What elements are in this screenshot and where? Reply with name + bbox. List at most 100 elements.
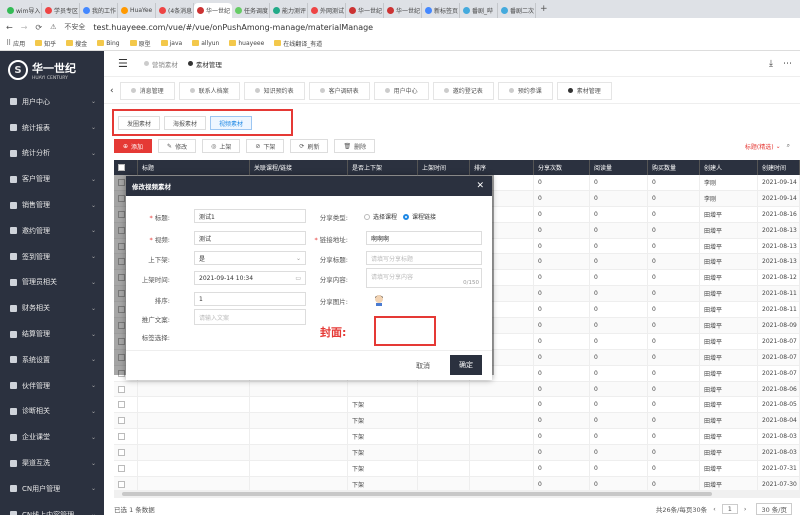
row-checkbox[interactable] <box>118 385 125 393</box>
row-checkbox[interactable] <box>118 464 125 472</box>
sidebar-item[interactable]: 统计报表 ⌄ <box>0 115 104 141</box>
share-title-input[interactable]: 请填写分享标题 <box>366 251 482 265</box>
bookmark-item[interactable]: allyun <box>192 40 219 47</box>
sidebar-item[interactable]: 诊断相关 ⌄ <box>0 399 104 425</box>
sub-tab[interactable]: 发圈素材 <box>118 116 161 130</box>
column-header[interactable]: 标题 <box>138 160 250 175</box>
title-input[interactable]: 测试1 <box>194 209 306 223</box>
new-tab-icon[interactable]: + <box>540 0 548 18</box>
reload-icon[interactable]: ⟳ <box>35 23 42 32</box>
page-tab[interactable]: 联系人档案 <box>178 81 240 100</box>
cancel-button[interactable]: 取消 <box>416 361 430 371</box>
table-row[interactable]: 下架 0 0 0 田增平 2021-08-05 <box>114 397 800 414</box>
table-row[interactable]: 0 0 0 田增平 2021-08-06 <box>114 381 800 398</box>
row-checkbox[interactable] <box>118 433 125 441</box>
page-tab[interactable]: 消息管理 <box>119 81 175 100</box>
page-tab[interactable]: 素材管理 <box>556 81 612 100</box>
menu-toggle-icon[interactable]: ☰ <box>118 57 128 70</box>
breadcrumb-item-1[interactable]: 营销素材 <box>152 59 178 69</box>
sidebar-item[interactable]: 用户中心 ⌄ <box>0 89 104 115</box>
back-icon[interactable]: ← <box>6 23 13 32</box>
page-tab[interactable]: 用户中心 <box>373 81 429 100</box>
sidebar-item[interactable]: CN线上内容管理 ⌄ <box>0 502 104 515</box>
sidebar-item[interactable]: 伙伴管理 ⌄ <box>0 373 104 399</box>
column-header[interactable]: 阅读量 <box>590 160 648 175</box>
link-input[interactable]: 啊啊啊 <box>366 231 482 245</box>
page-number[interactable]: 1 <box>721 503 738 514</box>
row-checkbox[interactable] <box>118 417 125 425</box>
share-image-thumbnail[interactable] <box>372 293 386 307</box>
bookmark-item[interactable]: Bing <box>97 40 120 47</box>
address-bar[interactable]: ← → ⟳ ⚠ 不安全 test.huayeee.com/vue/#/vue/o… <box>0 18 800 36</box>
row-checkbox[interactable] <box>118 480 125 488</box>
add-button[interactable]: ⊕ 添加 <box>114 139 153 153</box>
browser-tab[interactable]: 华一世纪 <box>384 3 422 18</box>
browser-tab[interactable]: 能力测评 <box>270 3 308 18</box>
sub-tab[interactable]: 视频素材 <box>210 116 253 130</box>
browser-tab[interactable]: wim导入 <box>4 3 42 18</box>
cover-upload-box[interactable] <box>374 316 436 346</box>
sidebar-item[interactable]: CN用户管理 ⌄ <box>0 476 104 502</box>
edit-button[interactable]: ✎ 修改 <box>158 139 197 153</box>
confirm-button[interactable]: 确定 <box>450 355 482 375</box>
table-row[interactable]: 下架 0 0 0 田增平 2021-08-04 <box>114 413 800 430</box>
table-row[interactable]: 下架 0 0 0 田增平 2021-08-03 <box>114 429 800 446</box>
sidebar-item[interactable]: 渠道互洗 ⌄ <box>0 450 104 476</box>
column-header[interactable]: 关联课程/链接 <box>250 160 348 175</box>
column-header[interactable]: 排序 <box>470 160 534 175</box>
radio-course[interactable] <box>364 213 370 220</box>
browser-tab[interactable]: 番剧_哔 <box>460 3 498 18</box>
browser-tab[interactable]: 华一世纪 <box>194 3 232 18</box>
browser-tab[interactable]: 外网测试 <box>308 3 346 18</box>
sidebar-item[interactable]: 企业课堂 ⌄ <box>0 424 104 450</box>
sidebar-item[interactable]: 客户管理 ⌄ <box>0 166 104 192</box>
table-row[interactable]: 下架 0 0 0 田增平 2021-07-31 <box>114 461 800 477</box>
sidebar-item[interactable]: 邀约管理 ⌄ <box>0 218 104 244</box>
page-next-icon[interactable]: › <box>744 505 747 513</box>
shelf-select[interactable]: 是 ⌄ <box>194 251 306 265</box>
down-button[interactable]: ⊘ 下架 <box>246 139 285 153</box>
browser-tab[interactable]: 任务调度 <box>232 3 270 18</box>
browser-tab[interactable]: (4条消息 <box>156 3 194 18</box>
browser-tab[interactable]: 学员专区 <box>42 3 80 18</box>
share-content-textarea[interactable]: 请填写分享内容 0/150 <box>366 268 482 288</box>
column-header[interactable]: 创建时间 <box>758 160 800 175</box>
sub-tab[interactable]: 海报素材 <box>164 116 207 130</box>
page-tab[interactable]: 客户调研表 <box>308 81 370 100</box>
search-icon[interactable]: ⌕ <box>787 142 790 150</box>
sidebar-item[interactable]: 销售管理 ⌄ <box>0 192 104 218</box>
table-row[interactable]: 下架 0 0 0 田增平 2021-08-03 <box>114 445 800 462</box>
horizontal-scrollbar[interactable] <box>114 490 800 498</box>
page-tab[interactable]: 预约参课 <box>497 81 553 100</box>
bookmark-item[interactable]: ⠿ 应用 <box>6 39 25 48</box>
browser-tab[interactable]: 华一世纪 <box>346 3 384 18</box>
refresh-button[interactable]: ⟳ 刷新 <box>290 139 329 153</box>
column-header[interactable]: 创建人 <box>700 160 758 175</box>
sidebar-item[interactable]: 系统设置 ⌄ <box>0 347 104 373</box>
scrollbar-thumb[interactable] <box>122 492 712 496</box>
url-text[interactable]: test.huayeee.com/vue/#/vue/onPushAmong-m… <box>93 23 373 32</box>
bookmark-item[interactable]: java <box>160 40 182 47</box>
page-prev-icon[interactable]: ‹ <box>713 505 716 513</box>
download-icon[interactable]: ⤓ <box>769 59 773 69</box>
bookmark-item[interactable]: 搜金 <box>66 39 87 48</box>
tabs-prev-icon[interactable]: ‹ <box>110 86 114 96</box>
bookmark-item[interactable]: 知乎 <box>35 39 56 48</box>
sort-input[interactable]: 1 <box>194 292 306 306</box>
up-button[interactable]: ◎ 上架 <box>202 139 241 153</box>
column-header[interactable]: 购买数量 <box>648 160 700 175</box>
promo-textarea[interactable]: 请输入文案 <box>194 309 306 325</box>
page-tab[interactable]: 邀约登记表 <box>432 81 494 100</box>
table-row[interactable]: 下架 0 0 0 田增平 2021-07-30 <box>114 476 800 490</box>
bookmark-item[interactable]: 在线翻译_有道 <box>274 39 322 48</box>
forward-icon[interactable]: → <box>21 23 28 32</box>
more-icon[interactable]: ⋯ <box>783 59 792 69</box>
column-header[interactable]: 分享次数 <box>534 160 590 175</box>
column-header[interactable]: 上架时间 <box>418 160 470 175</box>
sidebar-item[interactable]: 统计分析 ⌄ <box>0 141 104 167</box>
browser-tab[interactable]: 我的工作 <box>80 3 118 18</box>
browser-tab[interactable]: 番剧二次 <box>498 3 536 18</box>
sidebar-item[interactable]: 签到管理 ⌄ <box>0 244 104 270</box>
sidebar-item[interactable]: 财务相关 ⌄ <box>0 295 104 321</box>
row-checkbox[interactable] <box>118 401 125 409</box>
